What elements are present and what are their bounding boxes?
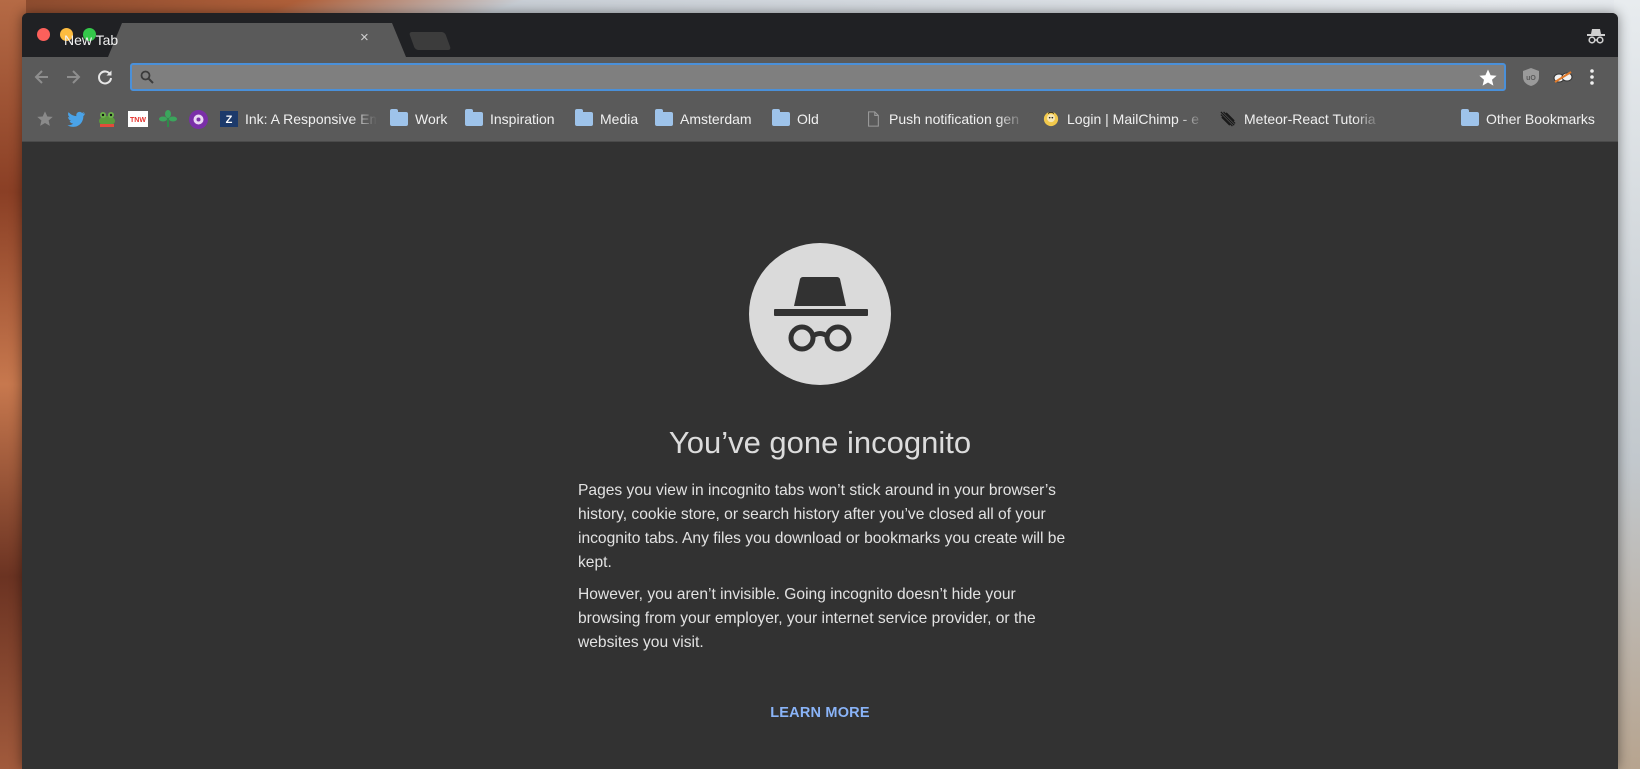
bookmark-label: Meteor-React Tutoria (1244, 111, 1376, 127)
bookmark-label: Push notification gen (889, 111, 1019, 127)
incognito-icon (1586, 28, 1606, 49)
toolbar: uO (22, 57, 1618, 97)
close-window-button[interactable] (37, 28, 50, 41)
address-input[interactable] (162, 68, 1462, 88)
bookmark-folder-old[interactable]: Old (772, 109, 819, 129)
bookmark-label: Other Bookmarks (1486, 111, 1595, 127)
star-icon[interactable] (1478, 68, 1498, 93)
bookmark-folder-work[interactable]: Work (390, 109, 447, 129)
omnibox[interactable] (130, 63, 1506, 91)
svg-text:uO: uO (1526, 75, 1536, 82)
incognito-icon (749, 243, 891, 385)
bookmark-star-icon[interactable] (36, 109, 54, 129)
reload-icon[interactable] (95, 67, 115, 87)
bookmark-frog[interactable] (97, 109, 117, 129)
kebab-menu-icon[interactable] (1588, 67, 1596, 92)
browser-window: New Tab × uO TNW Z Ink: A Responsive Em … (22, 13, 1618, 769)
tab-close-icon[interactable]: × (360, 30, 369, 46)
bookmark-label: Work (415, 111, 448, 127)
svg-text:TNW: TNW (130, 117, 146, 124)
bookmark-label: Amsterdam (680, 111, 752, 127)
ublock-origin-icon[interactable]: uO (1521, 67, 1541, 92)
bookmark-mailchimp[interactable]: Login | MailChimp - e (1042, 109, 1205, 129)
folder-icon (655, 109, 673, 126)
bookmark-tnw[interactable]: TNW (128, 109, 148, 129)
folder-icon (772, 109, 790, 126)
bookmark-other-bookmarks[interactable]: Other Bookmarks (1461, 109, 1595, 129)
bookmark-folder-amsterdam[interactable]: Amsterdam (655, 109, 752, 129)
tab-strip: New Tab × (22, 13, 1618, 57)
folder-icon (1461, 109, 1479, 126)
forward-arrow-icon[interactable] (63, 67, 83, 87)
incognito-page: You’ve gone incognito Pages you view in … (22, 143, 1618, 769)
page-icon (868, 111, 879, 127)
tab-title: New Tab (64, 32, 119, 48)
incognito-description: Pages you view in incognito tabs won’t s… (578, 482, 1066, 571)
bookmark-label: Old (797, 111, 819, 127)
bookmark-push-notification[interactable]: Push notification gen (864, 109, 1025, 129)
bookmark-flower[interactable] (189, 109, 208, 129)
bookmarks-bar: TNW Z Ink: A Responsive Em Work Inspirat… (22, 97, 1618, 142)
folder-icon (465, 109, 483, 126)
bookmark-label: Ink: A Responsive Em (245, 111, 377, 127)
meteor-icon (1220, 111, 1236, 127)
bookmark-label: Inspiration (490, 111, 555, 127)
incognito-warning: However, you aren’t invisible. Going inc… (578, 586, 1036, 651)
bookmark-ink[interactable]: Z Ink: A Responsive Em (220, 109, 377, 129)
svg-text:Z: Z (226, 114, 233, 126)
folder-icon (390, 109, 408, 126)
folder-icon (575, 109, 593, 126)
bookmark-twitter[interactable] (67, 109, 86, 129)
page-title: You’ve gone incognito (668, 425, 972, 460)
back-arrow-icon[interactable] (32, 67, 52, 87)
mailchimp-icon (1043, 111, 1059, 127)
bookmark-plant[interactable] (159, 109, 177, 129)
bookmark-folder-inspiration[interactable]: Inspiration (465, 109, 555, 129)
new-tab-button[interactable] (408, 32, 452, 50)
bookmark-label: Login | MailChimp - e (1067, 111, 1200, 127)
search-icon (140, 70, 154, 89)
extension-goggles-icon[interactable] (1552, 67, 1574, 92)
bookmark-meteor[interactable]: Meteor-React Tutoria (1219, 109, 1382, 129)
bookmark-label: Media (600, 111, 639, 127)
bookmark-folder-media[interactable]: Media (575, 109, 638, 129)
learn-more-link[interactable]: LEARN MORE (722, 705, 918, 721)
